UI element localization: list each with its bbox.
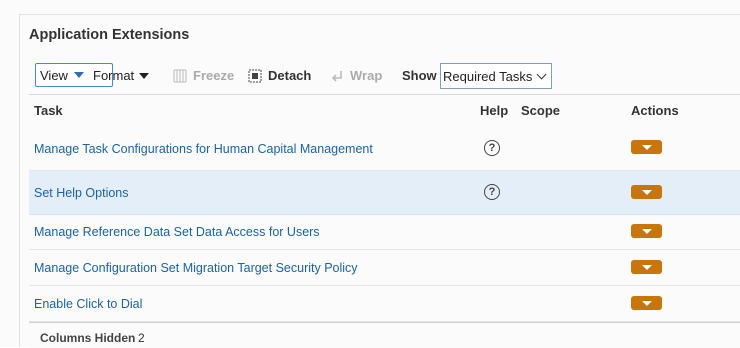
help-icon[interactable]: ? (484, 140, 500, 156)
freeze-button[interactable]: Freeze (173, 68, 234, 83)
task-link[interactable]: Manage Configuration Set Migration Targe… (34, 261, 358, 275)
action-menu-icon (642, 265, 652, 270)
table-row[interactable]: Set Help Options ? (29, 171, 740, 215)
table-row[interactable]: Manage Configuration Set Migration Targe… (29, 250, 740, 286)
table-footer: Columns Hidden 2 (29, 322, 740, 348)
wrap-icon (331, 70, 342, 82)
detach-button[interactable]: Detach (248, 68, 311, 83)
panel-title: Application Extensions (29, 27, 190, 43)
help-icon[interactable]: ? (484, 184, 500, 200)
task-link[interactable]: Enable Click to Dial (34, 297, 142, 311)
action-menu-button[interactable] (631, 185, 662, 199)
freeze-label: Freeze (193, 68, 235, 83)
column-header-help[interactable]: Help (480, 103, 508, 118)
show-filter-select[interactable]: Required Tasks (440, 63, 552, 89)
columns-hidden-count: 2 (138, 331, 145, 345)
chevron-down-icon (73, 72, 84, 78)
action-menu-button[interactable] (631, 260, 662, 274)
task-link[interactable]: Manage Reference Data Set Data Access fo… (34, 225, 320, 239)
action-menu-icon (642, 229, 652, 234)
format-label: Format (93, 68, 135, 83)
page-frame: Application Extensions View Format Freez… (0, 0, 740, 348)
table-row[interactable]: Manage Task Configurations for Human Cap… (29, 127, 740, 171)
table-toolbar: View Format Freeze Detach Wrap Show Requ… (29, 60, 740, 90)
wrap-button[interactable]: Wrap (330, 68, 382, 83)
chevron-down-icon (536, 69, 547, 80)
columns-hidden-label: Columns Hidden (40, 331, 136, 345)
show-label: Show (402, 68, 437, 83)
detach-icon (248, 69, 262, 82)
wrap-label: Wrap (350, 68, 383, 83)
action-menu-icon (642, 301, 652, 306)
table-row[interactable]: Manage Reference Data Set Data Access fo… (29, 215, 740, 250)
chevron-down-icon (139, 72, 150, 79)
column-header-scope[interactable]: Scope (521, 103, 560, 118)
column-header-task[interactable]: Task (34, 103, 63, 118)
table-header: Task Help Scope Actions (29, 94, 740, 129)
column-header-actions[interactable]: Actions (631, 103, 679, 118)
format-menu-button[interactable]: Format (93, 68, 150, 83)
action-menu-button[interactable] (631, 296, 662, 310)
freeze-icon (173, 69, 187, 82)
view-label: View (40, 67, 68, 83)
table-row[interactable]: Enable Click to Dial (29, 286, 740, 322)
task-link[interactable]: Set Help Options (34, 186, 129, 200)
task-link[interactable]: Manage Task Configurations for Human Cap… (34, 142, 373, 156)
show-selected-value: Required Tasks (443, 68, 533, 84)
action-menu-icon (642, 190, 652, 195)
detach-label: Detach (268, 68, 312, 83)
action-menu-icon (642, 145, 652, 150)
action-menu-button[interactable] (631, 224, 662, 238)
action-menu-button[interactable] (631, 140, 662, 154)
